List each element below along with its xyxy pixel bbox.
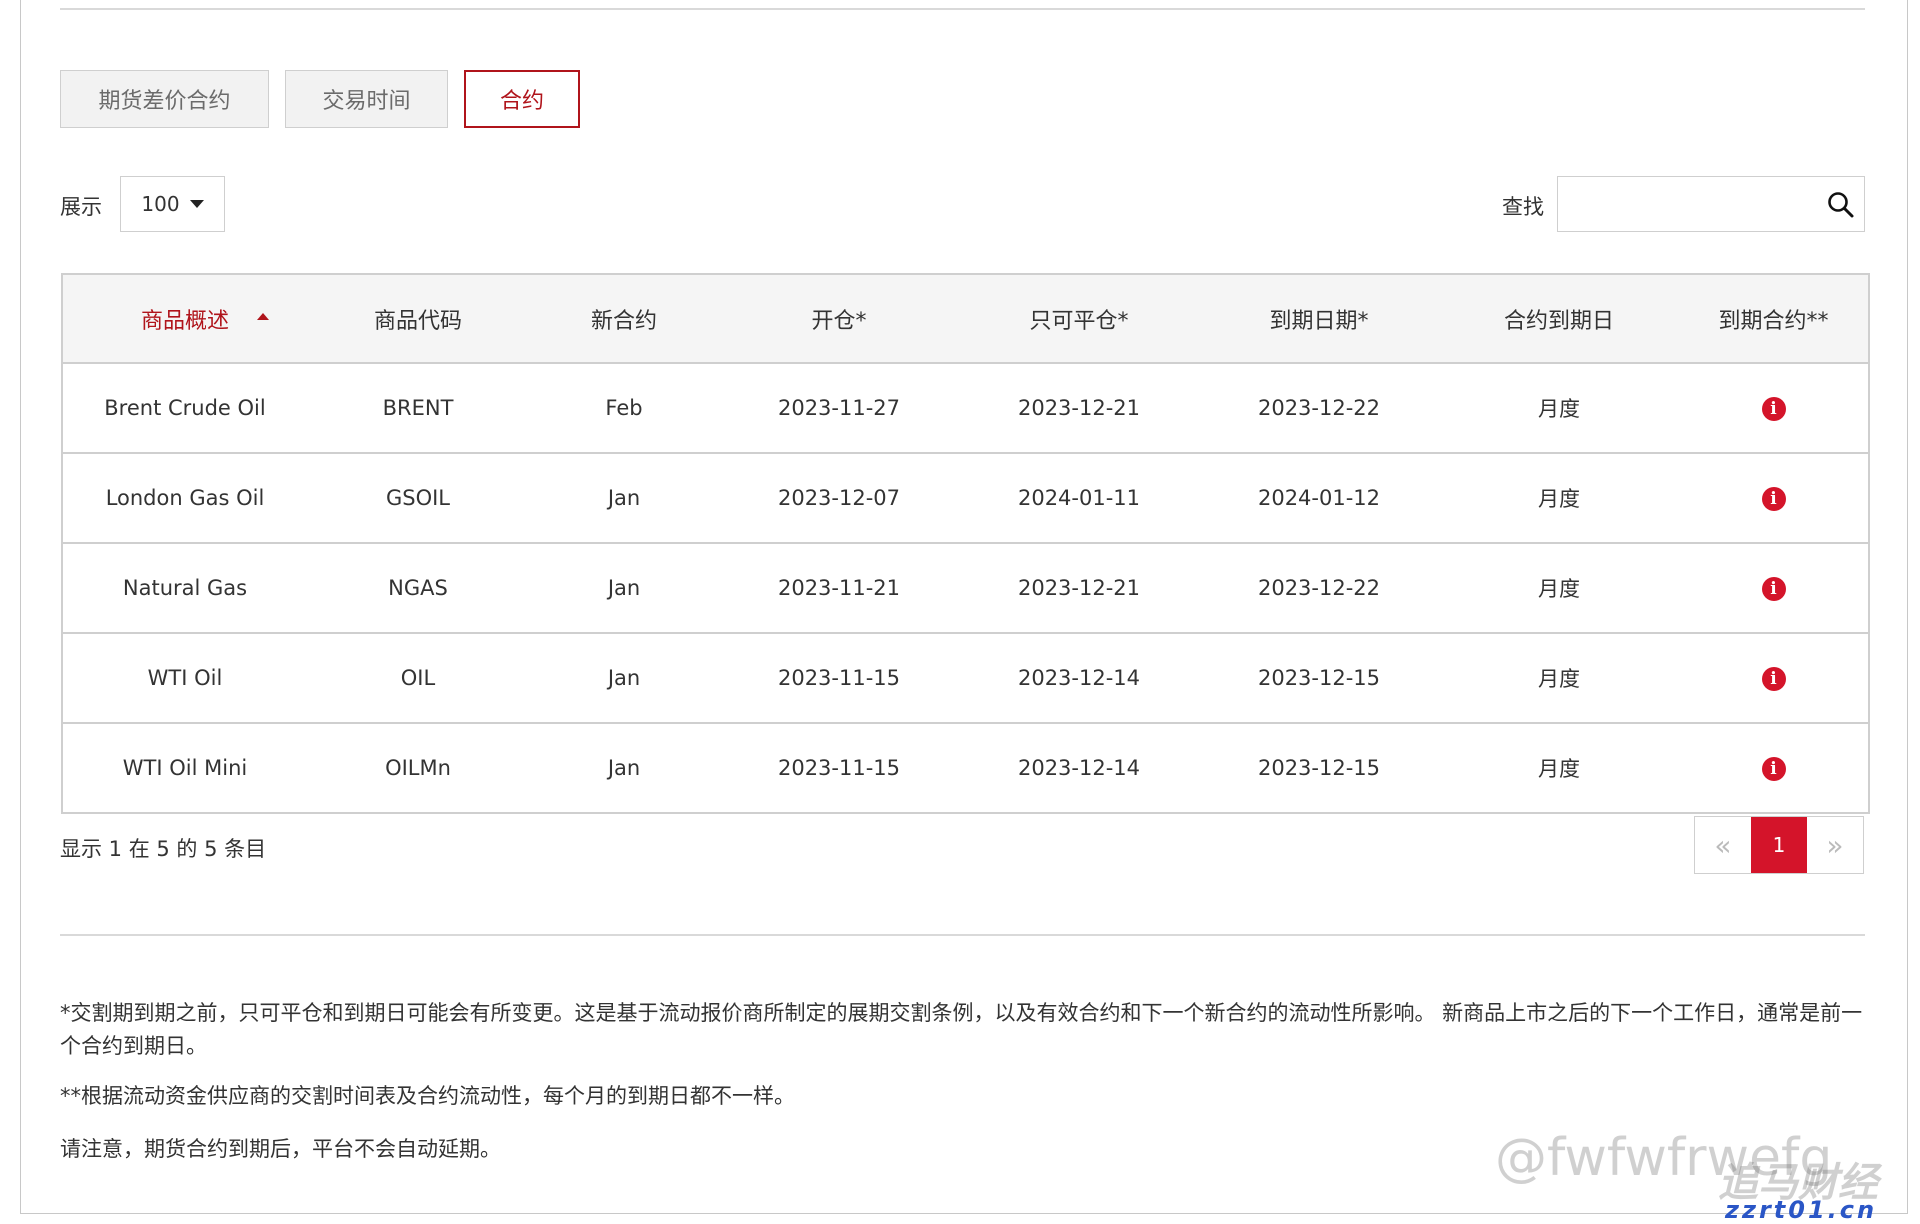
cell-expiry: 2023-12-22 <box>1199 543 1439 634</box>
top-divider <box>60 8 1865 10</box>
footnote-1: *交割期到期之前，只可平仓和到期日可能会有所变更。这是基于流动报价商所制定的展期… <box>60 1001 1863 1058</box>
cell-new: Jan <box>529 543 719 634</box>
cell-new: Jan <box>607 756 641 780</box>
search-label: 查找 <box>1502 195 1544 219</box>
cell-open: 2023-11-21 <box>719 543 959 634</box>
search-field[interactable] <box>1557 176 1865 232</box>
cell-code: NGAS <box>307 543 529 634</box>
search-input[interactable] <box>1558 177 1828 229</box>
cell-code: GSOIL <box>307 453 529 544</box>
footnote-2: **根据流动资金供应商的交割时间表及合约流动性，每个月的到期日都不一样。 <box>60 1084 795 1108</box>
info-icon[interactable]: i <box>1761 487 1786 511</box>
cell-name: WTI Oil Mini <box>122 756 248 780</box>
info-icon[interactable]: i <box>1761 757 1786 781</box>
cell-name: London Gas Oil <box>62 453 307 544</box>
col-header-expiring-contract[interactable]: 到期合约** <box>1679 274 1869 364</box>
cell-info: i <box>1679 633 1869 724</box>
cell-expiry: 2023-12-15 <box>1199 633 1439 724</box>
tab-trading-hours[interactable]: 交易时间 <box>285 70 448 128</box>
cell-new: Jan <box>529 633 719 724</box>
pagination-next-button[interactable]: » <box>1807 817 1863 873</box>
col-header-close-only[interactable]: 只可平仓* <box>959 274 1199 364</box>
cell-expiry: 2024-01-12 <box>1199 453 1439 544</box>
cell-code: OIL <box>307 633 529 724</box>
cell-period: 月度 <box>1439 633 1679 724</box>
tab-cfd-futures[interactable]: 期货差价合约 <box>60 70 269 128</box>
table-row: WTI Oil OIL Jan 2023-11-15 2023-12-14 20… <box>62 633 1869 724</box>
show-entries-label: 展示 <box>60 195 102 219</box>
cell-period: 月度 <box>1439 453 1679 544</box>
cell-new: Feb <box>529 363 719 454</box>
cell-info: i <box>1679 453 1869 544</box>
table-row: London Gas Oil GSOIL Jan 2023-12-07 2024… <box>62 453 1869 544</box>
cell-code: OILMn <box>385 756 451 780</box>
cell-close-only: 2023-12-21 <box>959 363 1199 454</box>
cell-name: WTI Oil <box>62 633 307 724</box>
section-divider <box>60 934 1865 936</box>
cell-expiry: 2023-12-22 <box>1199 363 1439 454</box>
cell-period: 月度 <box>1538 757 1580 781</box>
cell-close-only: 2023-12-14 <box>1017 756 1141 780</box>
tab-contracts[interactable]: 合约 <box>464 70 580 128</box>
cell-open: 2023-11-15 <box>719 633 959 724</box>
table-row: Brent Crude Oil BRENT Feb 2023-11-27 202… <box>62 363 1869 454</box>
col-header-open[interactable]: 开仓* <box>719 274 959 364</box>
pagination: « 1 » <box>1694 816 1864 874</box>
cell-name: Brent Crude Oil <box>62 363 307 454</box>
cell-code: BRENT <box>307 363 529 454</box>
cell-open: 2023-11-15 <box>777 756 901 780</box>
col-header-new-contract[interactable]: 新合约 <box>529 274 719 364</box>
cell-close-only: 2023-12-21 <box>959 543 1199 634</box>
info-icon[interactable]: i <box>1761 397 1786 421</box>
cell-close-only: 2024-01-11 <box>959 453 1199 544</box>
watermark-site: zzrt01.cn <box>1725 1196 1878 1224</box>
contracts-table: 商品概述 商品代码 新合约 开仓* 只可平仓* 到期日期* 合约到期日 到期合约… <box>61 273 1870 814</box>
table-info-summary: 显示 1 在 5 的 5 条目 <box>60 837 267 861</box>
caret-down-icon <box>189 200 204 208</box>
pagination-page-button[interactable]: 1 <box>1751 817 1807 873</box>
col-header-symbol[interactable]: 商品代码 <box>307 274 529 364</box>
table-header-row: 商品概述 商品代码 新合约 开仓* 只可平仓* 到期日期* 合约到期日 到期合约… <box>62 274 1869 364</box>
cell-info: i <box>1679 363 1869 454</box>
cell-period: 月度 <box>1439 363 1679 454</box>
pagination-prev-button[interactable]: « <box>1695 817 1751 873</box>
cell-open: 2023-12-07 <box>719 453 959 544</box>
cell-open: 2023-11-27 <box>719 363 959 454</box>
table-row: Natural Gas NGAS Jan 2023-11-21 2023-12-… <box>62 543 1869 634</box>
cell-info: i <box>1679 723 1869 813</box>
cell-new: Jan <box>529 453 719 544</box>
cell-close-only: 2023-12-14 <box>959 633 1199 724</box>
col-header-description[interactable]: 商品概述 <box>62 274 307 364</box>
col-header-description-label: 商品概述 <box>140 308 229 334</box>
sort-ascending-icon <box>257 313 269 320</box>
page-length-value: 100 <box>141 192 180 216</box>
cell-period: 月度 <box>1439 543 1679 634</box>
col-header-expiry-date[interactable]: 到期日期* <box>1199 274 1439 364</box>
table-row: WTI Oil Mini OILMn Jan 2023-11-15 2023-1… <box>62 723 1869 813</box>
info-icon[interactable]: i <box>1761 577 1786 601</box>
cell-expiry: 2023-12-15 <box>1257 756 1381 780</box>
cell-name: Natural Gas <box>62 543 307 634</box>
search-icon[interactable] <box>1826 190 1856 220</box>
page-length-select[interactable]: 100 <box>120 176 225 232</box>
col-header-contract-expiry[interactable]: 合约到期日 <box>1439 274 1679 364</box>
info-icon[interactable]: i <box>1761 667 1786 691</box>
cell-info: i <box>1679 543 1869 634</box>
